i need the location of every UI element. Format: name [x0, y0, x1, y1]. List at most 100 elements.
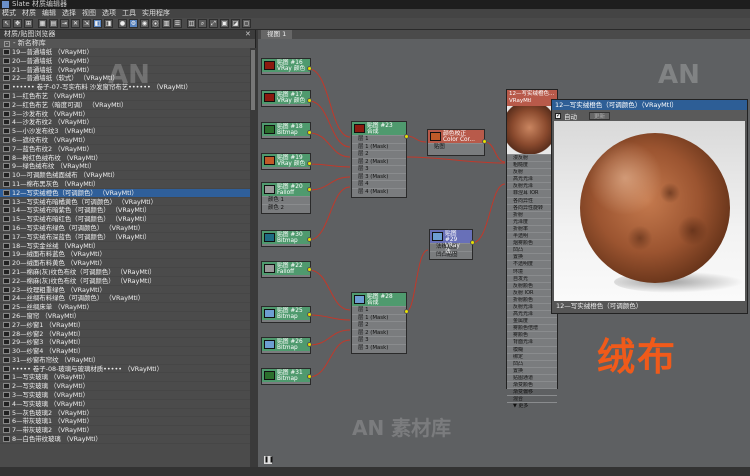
menu-mode[interactable]: 模式 — [2, 9, 16, 18]
node-header[interactable]: 12—写实绒橙色... VRayMtl — [507, 90, 557, 106]
port[interactable]: 层 4 (Mask) — [352, 187, 406, 196]
layout-icon[interactable]: ▤ — [49, 19, 58, 28]
node-map-29-vray-normal[interactable]: 贴图 #29VRay 法... 法线贴图 凹凸贴图 — [429, 229, 473, 260]
list-item[interactable]: 2—写实玻璃 （VRayMtl） — [0, 382, 250, 392]
list-item[interactable]: 29—纱窗3 （VRayMtl） — [0, 338, 250, 348]
list-item[interactable]: 6—遮纹布纹 （VRayMtl） — [0, 136, 250, 145]
list-item[interactable]: 19—绒面布料蓝色 （VRayMtl） — [0, 250, 250, 260]
list-item[interactable]: 26—窗帘 （VRayMtl） — [0, 312, 250, 321]
port[interactable]: 层 1 (Mask) — [352, 313, 406, 322]
node-map-31[interactable]: 贴图 #31 Bitmap — [261, 368, 311, 385]
list-item[interactable]: 2—红色布艺（暗度可调） （VRayMtl） — [0, 101, 250, 110]
pan-icon[interactable]: ✥ — [13, 19, 22, 28]
scrollbar[interactable] — [250, 48, 256, 476]
bg-icon[interactable]: ▣ — [220, 19, 229, 28]
port[interactable]: 颜色 1 — [262, 196, 310, 204]
pick-icon[interactable]: ⦿ — [151, 19, 160, 28]
node-map-20[interactable]: 贴图 #20 Falloff 颜色 1 颜色 2 — [261, 182, 311, 214]
node-header[interactable]: 贴图 #18 Bitmap — [262, 123, 310, 136]
list-item[interactable]: 3—写实玻璃 （VRayMtl） — [0, 391, 250, 400]
output-socket[interactable] — [307, 342, 312, 347]
port[interactable]: 层 1 (Mask) — [352, 142, 406, 151]
menu-select[interactable]: 选择 — [62, 9, 76, 18]
port[interactable]: 折射颜色 — [507, 295, 557, 303]
port[interactable]: 高光光泽 — [507, 310, 557, 317]
port[interactable]: 反射 IOR — [507, 288, 557, 296]
more-ports[interactable]: ▼ 更多 — [507, 402, 557, 409]
port[interactable]: 渐变颜色 — [507, 381, 557, 388]
node-header[interactable]: 贴图 #22 Falloff — [262, 262, 310, 275]
port[interactable]: 层 2 — [352, 150, 406, 158]
node-header[interactable]: 贴图 #16 VRay 颜色 — [262, 59, 310, 72]
list-item[interactable]: 7—蓝色布纹2 （VRayMtl） — [0, 145, 250, 154]
output-socket[interactable] — [307, 66, 312, 71]
port[interactable]: 各向异性旋转 — [507, 203, 557, 211]
node-map-19[interactable]: 贴图 #19 VRay 颜色 — [261, 153, 311, 170]
port[interactable]: 层 2 (Mask) — [352, 157, 406, 166]
move-children-icon[interactable]: ⇲ — [82, 19, 91, 28]
list-item[interactable]: 1—写实玻璃 （VRayMtl） — [0, 373, 250, 383]
port[interactable]: 层 3 — [352, 336, 406, 344]
scroll-thumb[interactable] — [251, 50, 255, 110]
node-header[interactable]: 贴图 #20 Falloff — [262, 183, 310, 196]
node-header[interactable]: 贴图 #30 Bitmap — [262, 231, 310, 244]
output-socket[interactable] — [482, 139, 487, 144]
node-map-28-composite[interactable]: 贴图 #28 合成 层 1 层 1 (Mask) 层 2 层 2 (Mask) 层… — [351, 292, 407, 354]
close-icon[interactable]: ✕ — [245, 30, 252, 39]
list-item[interactable]: 4—写实玻璃 （VRayMtl） — [0, 400, 250, 409]
zoom-icon[interactable]: ⌕ — [198, 19, 207, 28]
node-map-17[interactable]: 贴图 #17 VRay 颜色 — [261, 90, 311, 107]
list-item[interactable]: 21—棉麻(灰)纹色布纹（可调颜色） （VRayMtl） — [0, 268, 250, 277]
output-socket[interactable] — [307, 237, 312, 242]
list-item[interactable]: 16—写实绒布绿色（可调颜色） （VRayMtl） — [0, 224, 250, 233]
port[interactable]: 烟雾颜色 — [507, 239, 557, 246]
output-socket[interactable] — [404, 309, 409, 314]
node-map-23-composite[interactable]: 贴图 #23 合成 层 1 层 1 (Mask) 层 2 层 2 (Mask) 层… — [351, 121, 407, 198]
node-header[interactable]: 贴图 #25 Bitmap — [262, 307, 310, 320]
node-header[interactable]: 贴图 #23 合成 — [352, 122, 406, 135]
auto-checkbox[interactable] — [555, 112, 561, 119]
list-item[interactable]: 17—写实绒布深蓝色（可调颜色） （VRayMtl） — [0, 233, 250, 242]
port[interactable]: 光泽度 — [507, 217, 557, 225]
port[interactable]: 反射颜色 — [507, 281, 557, 289]
collapse-icon[interactable]: - — [4, 41, 10, 47]
delete-icon[interactable]: ✕ — [71, 19, 80, 28]
node-header[interactable]: 贴图 #28 合成 — [352, 293, 406, 306]
list-item[interactable]: 12—写实绒橙色（可调颜色） （VRayMtl） — [0, 188, 250, 198]
node-map-16[interactable]: 贴图 #16 VRay 颜色 — [261, 58, 311, 75]
port[interactable]: 层 2 — [352, 321, 406, 329]
port[interactable]: 环境 — [507, 267, 557, 275]
port[interactable]: 粗糙度 — [507, 161, 557, 168]
node-header[interactable]: 贴图 #17 VRay 颜色 — [262, 91, 310, 104]
node-header[interactable]: 贴图 #26 Bitmap — [262, 338, 310, 351]
node-header[interactable]: 颜色校正 Color Cor... — [428, 130, 484, 143]
port[interactable]: 层 3 (Mask) — [352, 172, 406, 181]
node-color-correction[interactable]: 颜色校正 Color Cor... 贴图 — [427, 129, 485, 156]
output-socket[interactable] — [307, 312, 312, 317]
node-header[interactable]: 贴图 #31 Bitmap — [262, 369, 310, 382]
port[interactable]: 置换 — [507, 366, 557, 374]
list-item[interactable]: 6—带灰玻璃1 （VRayMtl） — [0, 417, 250, 427]
port[interactable]: 层 4 — [352, 180, 406, 188]
hide-icon[interactable]: ◉ — [140, 19, 149, 28]
show-bg-icon[interactable]: ◨ — [104, 19, 113, 28]
node-map-30[interactable]: 贴图 #30 Bitmap — [261, 230, 311, 247]
tab-view-1[interactable]: 视图 1 — [261, 30, 293, 39]
menu-utilities[interactable]: 实用程序 — [142, 9, 170, 18]
port[interactable]: 置换 — [507, 253, 557, 260]
extra-icon[interactable]: ▢ — [242, 19, 251, 28]
port[interactable]: 反射光泽 — [507, 302, 557, 310]
list-item[interactable]: 1—红色布艺 （VRayMtl） — [0, 92, 250, 101]
output-socket[interactable] — [307, 130, 312, 135]
port[interactable]: 金属度 — [507, 317, 557, 324]
port[interactable]: 层 3 (Mask) — [352, 343, 406, 352]
port[interactable]: 层 3 — [352, 165, 406, 173]
port[interactable]: 层 2 (Mask) — [352, 328, 406, 337]
list-item[interactable]: 15—写实绒布暗红色（可调颜色） （VRayMtl） — [0, 215, 250, 224]
menu-material[interactable]: 材质 — [22, 9, 36, 18]
list-item[interactable]: 25—丝绸床单 （VRayMtl） — [0, 303, 250, 312]
select-icon[interactable]: ↖ — [2, 19, 11, 28]
list-item[interactable]: 27—纱窗1 （VRayMtl） — [0, 321, 250, 330]
list-item[interactable]: 20—绒面布料黄色 （VRayMtl） — [0, 259, 250, 268]
menu-tools[interactable]: 工具 — [122, 9, 136, 18]
